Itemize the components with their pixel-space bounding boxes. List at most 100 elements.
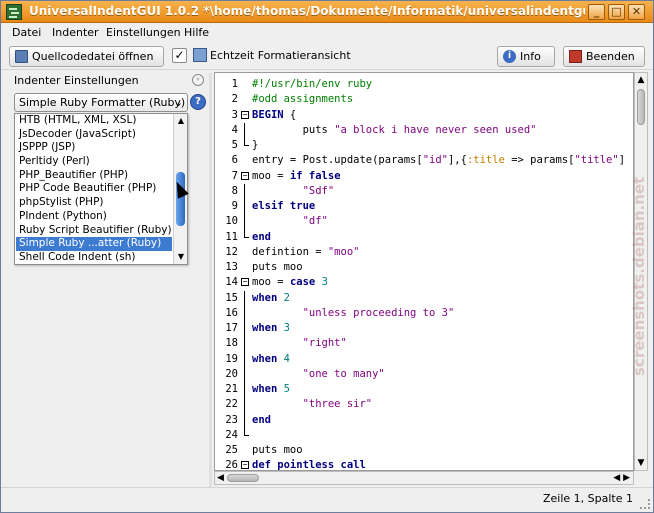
fold-line xyxy=(244,229,249,238)
menu-datei[interactable]: Datei xyxy=(12,26,41,39)
indenter-option[interactable]: PHP Code Beautifier (PHP) xyxy=(16,182,172,196)
code-line[interactable]: 22 "three sir" xyxy=(215,397,633,413)
horizontal-scroll-thumb[interactable] xyxy=(227,474,259,482)
code-line[interactable]: 13 puts moo xyxy=(215,260,633,275)
code-line[interactable]: 2 #odd assignments xyxy=(215,92,633,107)
line-number: 20 xyxy=(225,367,238,380)
fold-line xyxy=(244,183,245,199)
watermark: screenshots.debian.net xyxy=(625,177,654,381)
open-source-file-button[interactable]: Quellcodedatei öffnen xyxy=(9,46,164,67)
line-number: 3 xyxy=(231,108,238,121)
indenter-option[interactable]: PHP_Beautifier (PHP) xyxy=(16,169,172,183)
code-line[interactable]: 25 puts moo xyxy=(215,443,633,458)
indenter-dropdown-list: HTB (HTML, XML, XSL) JsDecoder (JavaScrip… xyxy=(14,113,188,265)
vertical-scroll-thumb[interactable] xyxy=(637,89,645,125)
code-text: #odd assignments xyxy=(252,93,354,106)
indenter-select[interactable]: Simple Ruby Formatter (Ruby) ⌄ xyxy=(14,93,188,112)
code-line[interactable]: 8 "Sdf" xyxy=(215,183,633,199)
code-text: "right" xyxy=(302,337,347,350)
code-line[interactable]: 18 "right" xyxy=(215,336,633,352)
code-line[interactable]: 7− moo = if false xyxy=(215,169,633,184)
code-line[interactable]: 12 defintion = "moo" xyxy=(215,245,633,260)
code-line[interactable]: 1 #!/usr/bin/env ruby xyxy=(215,77,633,92)
exit-button[interactable]: Beenden xyxy=(563,46,645,67)
indenter-option[interactable]: JSPPP (JSP) xyxy=(16,141,172,155)
cursor-position: Zeile 1, Spalte 1 xyxy=(542,492,633,505)
indenter-option[interactable]: PIndent (Python) xyxy=(16,210,172,224)
scroll-up-icon[interactable]: ▲ xyxy=(635,74,647,86)
scroll-left-icon[interactable]: ◀ xyxy=(217,472,224,484)
folder-icon xyxy=(15,50,28,63)
fold-line xyxy=(244,199,245,215)
indenter-option[interactable]: HTB (HTML, XML, XSL) xyxy=(16,114,172,128)
code-line[interactable]: 3− BEGIN { xyxy=(215,108,633,123)
splitter-handle[interactable] xyxy=(209,73,212,491)
code-line[interactable]: 26− def pointless call xyxy=(215,458,633,470)
resize-grip-icon[interactable] xyxy=(640,499,650,509)
live-preview-checkbox[interactable]: ✓ xyxy=(172,48,187,63)
line-number: 7 xyxy=(231,169,238,182)
scroll-up-icon[interactable]: ▲ xyxy=(174,115,188,127)
code-line[interactable]: 15 when 2 xyxy=(215,290,633,306)
indenter-option[interactable]: Perltidy (Perl) xyxy=(16,155,172,169)
fold-toggle-icon[interactable]: − xyxy=(241,278,249,287)
menu-einstellungen[interactable]: Einstellungen xyxy=(106,26,181,39)
code-text: #!/usr/bin/env ruby xyxy=(252,78,373,90)
close-button[interactable]: ✕ xyxy=(628,4,645,20)
code-line[interactable]: 17 when 3 xyxy=(215,321,633,337)
panel-float-icon[interactable]: ◦ xyxy=(192,74,204,86)
indenter-select-value: Simple Ruby Formatter (Ruby) xyxy=(19,96,186,109)
scroll-right-icon[interactable]: ◀ ▶ xyxy=(613,472,630,484)
code-text: "Sdf" xyxy=(302,184,335,197)
help-icon[interactable]: ? xyxy=(190,94,206,110)
fold-toggle-icon[interactable]: − xyxy=(241,110,249,119)
line-number: 13 xyxy=(225,261,238,273)
toolbar: Quellcodedatei öffnen ✓ Echtzeit Formati… xyxy=(1,43,653,70)
minimize-button[interactable]: _ xyxy=(588,4,605,20)
fold-toggle-icon[interactable]: − xyxy=(241,461,249,470)
editor-horizontal-scrollbar[interactable]: ◀ ◀ ▶ xyxy=(214,471,634,485)
indenter-option[interactable]: Ruby Script Beautifier (Ruby) xyxy=(16,224,172,238)
indenter-option[interactable]: JsDecoder (JavaScript) xyxy=(16,128,172,142)
code-text: puts "a block i have never seen used" xyxy=(252,123,537,136)
menu-hilfe[interactable]: Hilfe xyxy=(184,26,209,39)
code-line[interactable]: 24 xyxy=(215,427,633,443)
maximize-button[interactable]: □ xyxy=(608,4,625,20)
code-line[interactable]: 6 entry = Post.update(params["id"],{:titl… xyxy=(215,153,633,168)
code-line[interactable]: 16 "unless proceeding to 3" xyxy=(215,305,633,321)
info-button[interactable]: i Info xyxy=(497,46,555,67)
indenter-option[interactable]: Simple Ruby ...atter (Ruby) xyxy=(16,237,172,251)
code-text: "one to many" xyxy=(302,367,385,380)
code-text: moo = if false xyxy=(252,169,341,182)
fold-toggle-icon[interactable]: − xyxy=(241,171,249,180)
line-number: 10 xyxy=(225,215,238,228)
code-text: "three sir" xyxy=(302,398,373,411)
code-text: defintion = "moo" xyxy=(252,245,360,258)
code-line[interactable]: 4 puts "a block i have never seen used" xyxy=(215,122,633,138)
code-text: when 5 xyxy=(252,383,290,395)
code-line[interactable]: 11 end xyxy=(215,229,633,245)
code-line[interactable]: 23 end xyxy=(215,412,633,428)
code-line[interactable]: 14− moo = case 3 xyxy=(215,275,633,290)
code-line[interactable]: 10 "df" xyxy=(215,214,633,230)
scroll-down-icon[interactable]: ▼ xyxy=(635,457,647,469)
code-line[interactable]: 19 when 4 xyxy=(215,351,633,367)
window-title: UniversalIndentGUI 1.0.2 *\home/thomas/D… xyxy=(29,4,585,18)
code-text: "df" xyxy=(302,215,328,228)
open-source-file-label: Quellcodedatei öffnen xyxy=(32,50,154,63)
fold-line xyxy=(244,397,245,413)
fold-line xyxy=(244,214,245,230)
code-line[interactable]: 20 "one to many" xyxy=(215,366,633,382)
menu-indenter[interactable]: Indenter xyxy=(52,26,99,39)
code-line[interactable]: 21 when 5 xyxy=(215,382,633,398)
code-editor[interactable]: 1 #!/usr/bin/env ruby 2 #odd assignments 3− B… xyxy=(214,72,634,471)
title-bar[interactable]: UniversalIndentGUI 1.0.2 *\home/thomas/D… xyxy=(1,1,653,23)
code-line[interactable]: 5} xyxy=(215,138,633,153)
code-text: when 3 xyxy=(252,322,290,334)
line-number: 2 xyxy=(231,93,238,106)
code-line[interactable]: 9 elsif true xyxy=(215,199,633,215)
indenter-option[interactable]: Shell Code Indent (sh) xyxy=(16,251,172,265)
scroll-down-icon[interactable]: ▼ xyxy=(174,251,188,263)
fold-line xyxy=(244,382,245,398)
indenter-option[interactable]: phpStylist (PHP) xyxy=(16,196,172,210)
